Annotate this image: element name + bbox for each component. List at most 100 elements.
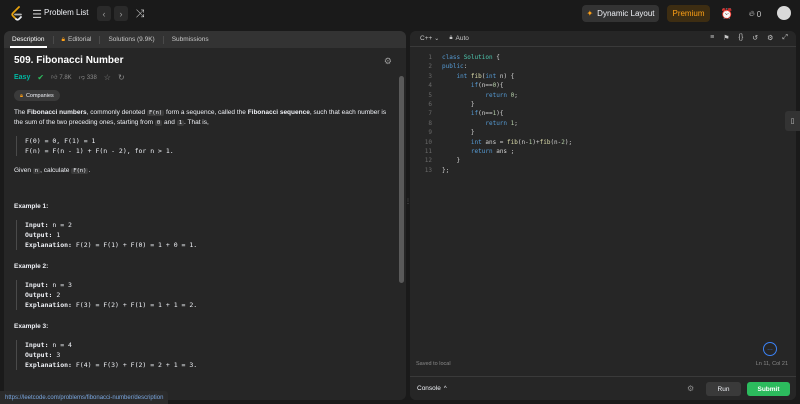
line-number: 9 (428, 129, 432, 137)
thumbs-down-icon: 👎︎ (78, 75, 85, 81)
tab-solutions[interactable]: Solutions (9.9K) (100, 31, 162, 48)
code-text: if(n==1){ (470, 110, 504, 118)
line-number: 10 (424, 138, 432, 146)
sparkle-icon: ✦ (586, 9, 594, 18)
line-number: 7 (428, 110, 432, 118)
tab-description[interactable]: Description (4, 31, 53, 48)
bookmark-icon[interactable]: ⚑ (723, 34, 729, 42)
problem-list-link[interactable]: Problem List (44, 8, 88, 17)
problem-statement: The Fibonacci numbers, commonly denoted … (14, 108, 392, 128)
side-panel-tab[interactable]: ▯ (785, 111, 800, 131)
example-output-line: Output: 1 (25, 230, 392, 240)
code-line[interactable]: 11 return ans ; (418, 147, 572, 156)
dislike-button[interactable]: 👎︎ 338 (79, 73, 97, 83)
example-output-value: 2 (56, 291, 61, 299)
auto-label: Auto (455, 35, 469, 42)
example-explanation-label: Explanation: (25, 361, 76, 369)
code-line[interactable]: 3 int fib(int n) { (418, 72, 572, 81)
shuffle-icon[interactable]: ⤨ (133, 7, 147, 21)
line-number: 11 (424, 148, 432, 156)
code-line[interactable]: 7 if(n==1){ (418, 109, 572, 118)
code-text: } (442, 157, 461, 165)
top-bar: ☰ Problem List ‹ › ⤨ ✦ Dynamic Layout Pr… (0, 0, 800, 28)
star-icon[interactable]: ☆ (104, 73, 111, 83)
console-label: Console (417, 385, 441, 392)
code-area[interactable]: 1 class Solution {2 public: 3 int fib(int n… (418, 53, 572, 175)
code-text: int ans = fib(n-1)+fib(n-2); (470, 138, 573, 146)
example-explanation-line: Explanation: F(3) = F(2) + F(1) = 1 + 1 … (25, 300, 392, 310)
prev-problem-button[interactable]: ‹ (97, 6, 111, 21)
reset-icon[interactable]: ↺ (752, 34, 758, 42)
editor-footer: Console ^ ⚙︎ Run Submit (410, 376, 796, 400)
run-button[interactable]: Run (706, 382, 741, 396)
submit-button[interactable]: Submit (747, 382, 790, 396)
text-fragment: , commonly denoted (86, 109, 147, 116)
example-output-value: 3 (56, 351, 61, 359)
menu-list-icon[interactable]: ☰ (30, 7, 44, 21)
settings-icon[interactable]: ⚙︎ (767, 34, 773, 42)
bold-term: Fibonacci sequence (247, 109, 310, 116)
like-button[interactable]: 👍︎ 7.8K (51, 73, 72, 83)
example-explanation-label: Explanation: (25, 301, 76, 309)
thumbs-up-icon: 👍︎ (51, 75, 58, 81)
braces-icon[interactable]: {} (739, 34, 744, 42)
debug-bug-icon[interactable]: ⚙︎ (687, 384, 694, 393)
problem-title[interactable]: 509. Fibonacci Number (14, 56, 123, 66)
bookmark-list-icon[interactable]: ≡ (710, 34, 714, 42)
text-fragment: Given (14, 167, 33, 174)
code-line[interactable]: 10 int ans = fib(n-1)+fib(n-2); (418, 138, 572, 147)
saved-status: Saved to local (416, 361, 451, 367)
next-problem-button[interactable]: › (114, 6, 128, 21)
panel-resize-handle[interactable]: ⋮ (405, 198, 411, 208)
fullscreen-icon[interactable]: ⤢ (782, 34, 788, 42)
code-line[interactable]: 1 class Solution { (418, 53, 572, 62)
tab-submissions-label: Submissions (171, 36, 209, 43)
example-output-label: Output: (25, 231, 57, 239)
alarm-clock-icon[interactable]: ⏰ (720, 7, 734, 21)
code-line[interactable]: 6 } (418, 100, 572, 109)
code-line[interactable]: 8 return 1; (418, 119, 572, 128)
line-number: 1 (428, 54, 432, 61)
code-line[interactable]: 5 return 0; (418, 91, 572, 100)
file-icon: ▯ (790, 118, 795, 125)
tab-editorial[interactable]: 🔒︎ Editorial (54, 31, 100, 48)
text-fragment: The (14, 109, 28, 116)
companies-tag[interactable]: 🔒︎ Companies (14, 90, 60, 101)
premium-button[interactable]: Premium (667, 5, 710, 22)
editor-toolbar: C++ ⌄ 🔒︎ Auto ≡ ⚑ {} ↺ ⚙︎ ⤢ (410, 31, 796, 47)
auto-mode-toggle[interactable]: 🔒︎ Auto (449, 35, 469, 42)
share-icon[interactable]: ↻ (118, 73, 125, 83)
code-line[interactable]: 9 } (418, 128, 572, 137)
scrollbar[interactable] (399, 76, 404, 283)
text-fragment: , calculate (40, 167, 72, 174)
code-text: } (442, 129, 475, 137)
tab-submissions[interactable]: Submissions (164, 31, 217, 48)
code-line[interactable]: 4 if(n==0){ (418, 81, 572, 90)
leetcode-logo-icon[interactable] (10, 6, 24, 22)
status-bar-url: https://leetcode.com/problems/fibonacci-… (0, 391, 169, 404)
dynamic-layout-button[interactable]: ✦ Dynamic Layout (582, 5, 659, 22)
difficulty-badge: Easy (14, 74, 31, 81)
example-input-value: n = 4 (52, 341, 72, 349)
chat-icon[interactable]: … (763, 342, 777, 356)
code-text: class Solution { (442, 54, 500, 61)
console-toggle[interactable]: Console ^ (417, 385, 447, 392)
example-explanation-value: F(3) = F(2) + F(1) = 1 + 1 = 2. (75, 301, 198, 309)
settings-gear-icon[interactable]: ⚙︎ (384, 56, 392, 66)
tab-description-label: Description (12, 36, 45, 43)
line-number: 6 (428, 101, 432, 109)
example-input-value: n = 3 (52, 281, 72, 289)
tab-solutions-label: Solutions (9.9K) (108, 36, 155, 43)
code-line[interactable]: 12 } (418, 156, 572, 165)
example-input-line: Input: n = 2 (25, 220, 392, 230)
language-select[interactable]: C++ ⌄ (420, 35, 439, 42)
dynamic-layout-label: Dynamic Layout (597, 9, 655, 18)
chevron-down-icon: ⌄ (434, 36, 440, 42)
example-heading: Example 1: (14, 203, 49, 210)
left-tab-bar: Description 🔒︎ Editorial Solutions (9.9K… (4, 31, 406, 48)
chevron-up-icon: ^ (443, 385, 447, 392)
streak-counter[interactable]: 🔥︎ 0 (744, 7, 766, 21)
code-line[interactable]: 13}; (418, 166, 572, 175)
code-line[interactable]: 2 public: (418, 62, 572, 71)
avatar[interactable] (777, 6, 791, 20)
